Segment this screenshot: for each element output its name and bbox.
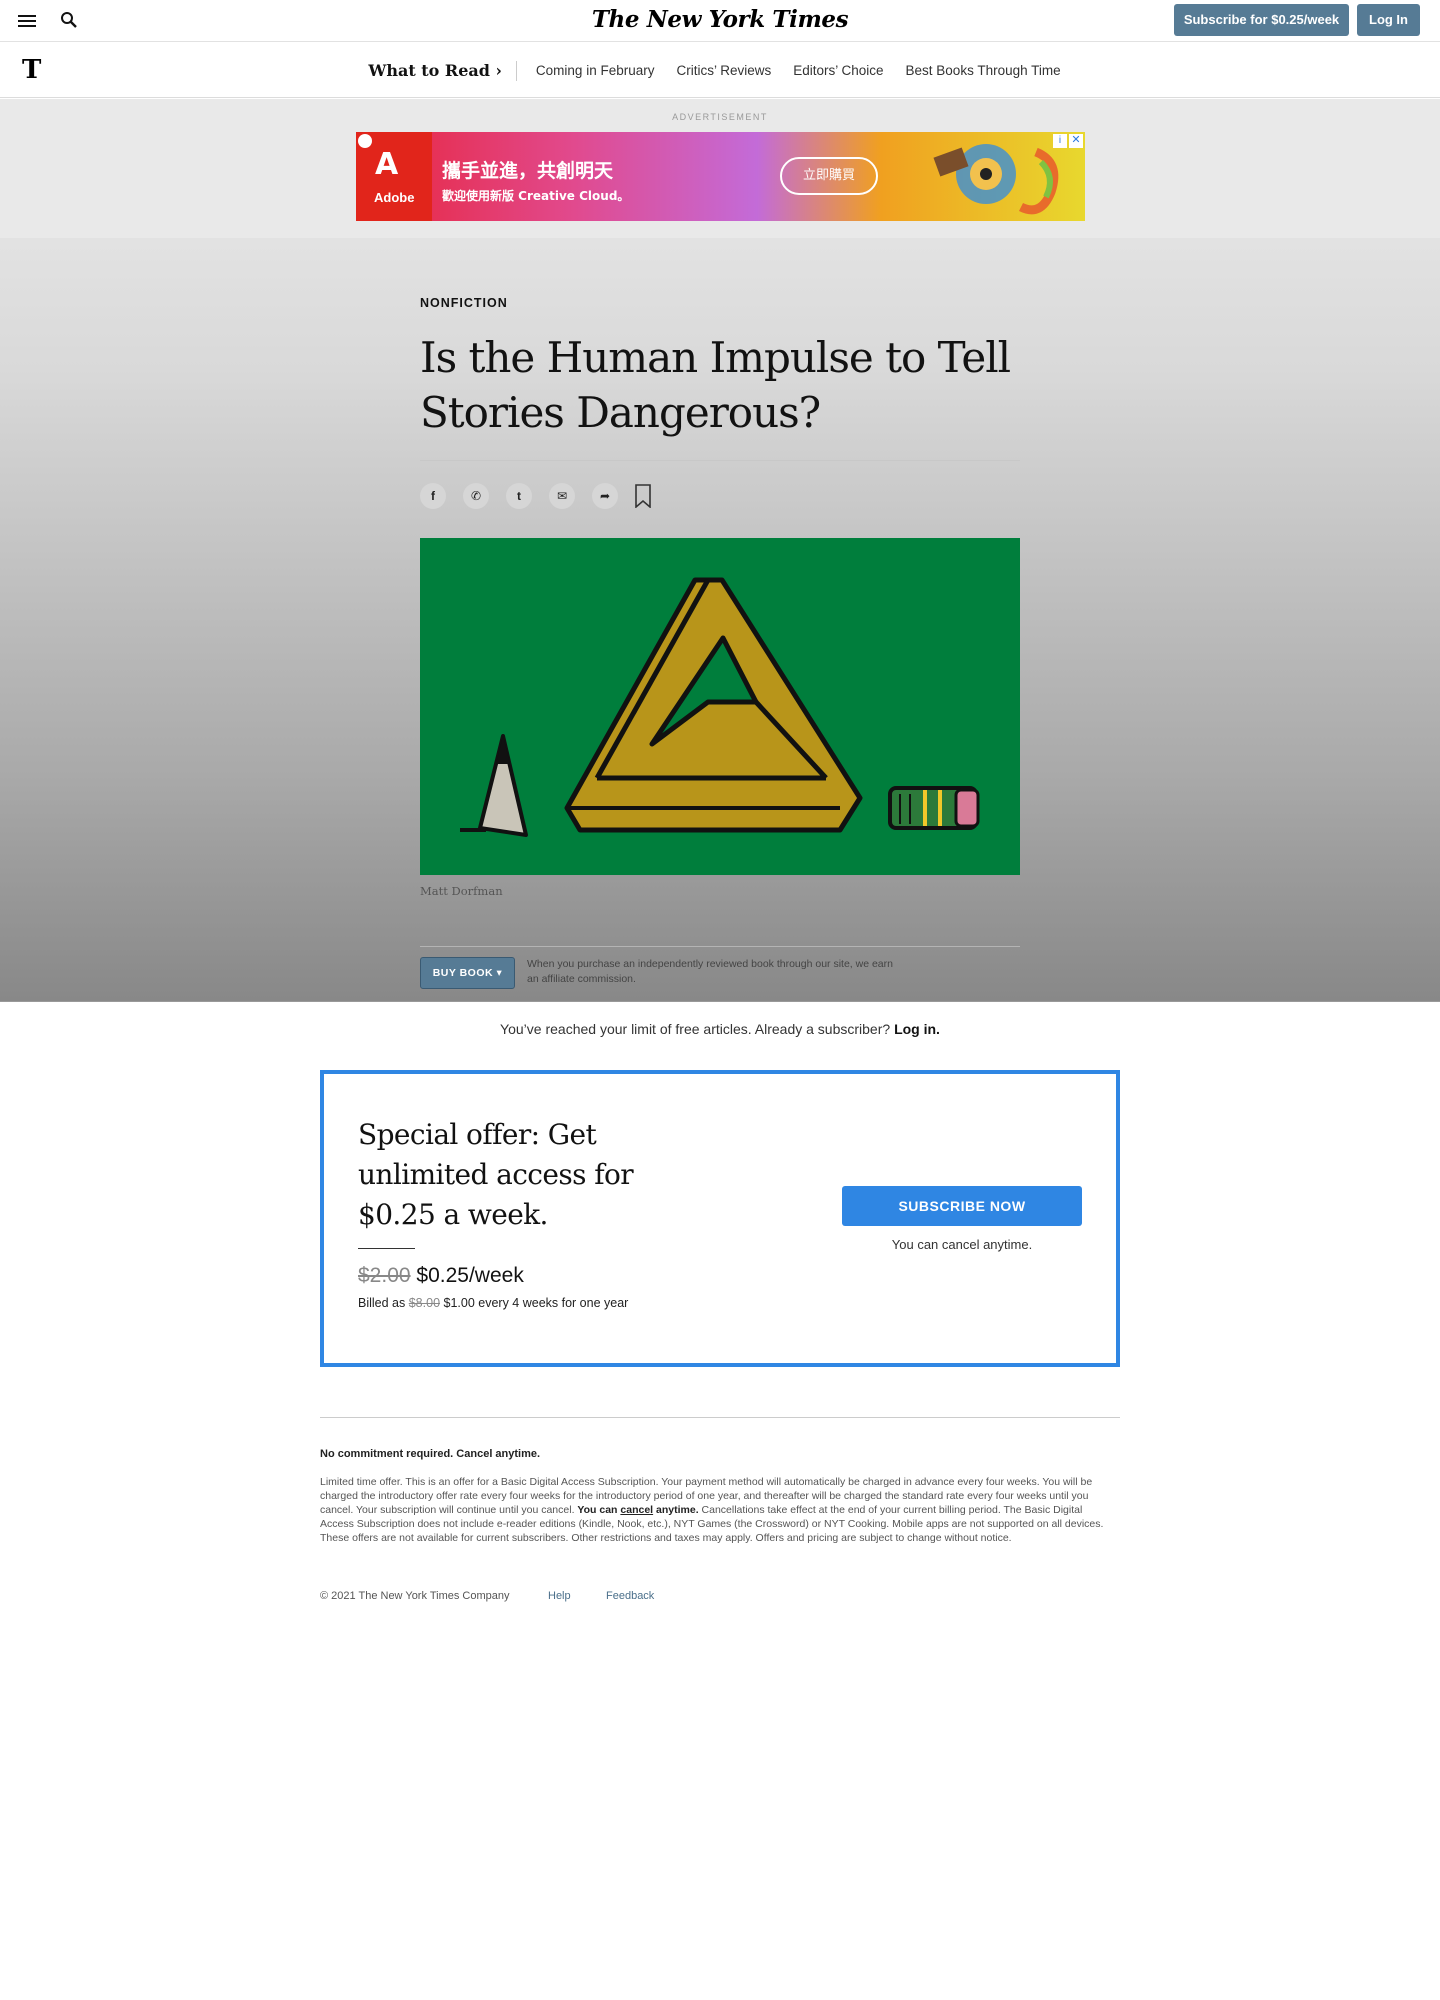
divider [420, 946, 1020, 947]
limit-text: You’ve reached your limit of free articl… [500, 1021, 895, 1037]
article-illustration [420, 538, 1020, 875]
image-credit: Matt Dorfman [420, 884, 503, 898]
copyright: © 2021 The New York Times Company [320, 1590, 510, 1602]
ad-headline: 攜手並進，共創明天 [442, 160, 614, 182]
nav-what-to-read[interactable]: What to Read › [368, 60, 517, 81]
ad-choices-icon[interactable] [358, 134, 372, 148]
divider [420, 460, 1020, 461]
subscribe-button[interactable]: Subscribe for $0.25/week [1174, 4, 1349, 36]
login-button[interactable]: Log In [1357, 4, 1420, 36]
divider [320, 1417, 1120, 1418]
nav-best-books[interactable]: Best Books Through Time [906, 63, 1061, 78]
ad-info-icon[interactable]: i [1053, 134, 1067, 148]
billed-prefix: Billed as [358, 1296, 409, 1310]
price-line: $2.00 $0.25/week [358, 1264, 524, 1288]
nav-coming-in-february[interactable]: Coming in February [536, 63, 655, 78]
offer-title: Special offer: Get unlimited access for … [358, 1118, 634, 1231]
free-article-limit-message: You’ve reached your limit of free articl… [0, 1021, 1440, 1037]
affiliate-note: When you purchase an independently revie… [527, 958, 893, 985]
subscribe-now-button[interactable]: SUBSCRIBE NOW [842, 1186, 1082, 1226]
bookmark-icon[interactable] [635, 484, 651, 508]
old-price: $2.00 [358, 1264, 411, 1287]
ad-banner[interactable]: A Adobe 攜手並進，共創明天 歡迎使用新版 Creative Cloud。… [356, 132, 1085, 221]
ad-label: ADVERTISEMENT [672, 112, 768, 122]
masthead: The New York Times Subscribe for $0.25/w… [0, 0, 1440, 42]
article-headline: Is the Human Impulse to Tell Stories Dan… [420, 333, 1011, 437]
new-price: $0.25/week [416, 1264, 524, 1287]
email-icon[interactable]: ✉ [549, 483, 575, 509]
nav-critics-reviews[interactable]: Critics’ Reviews [676, 63, 771, 78]
adobe-wordmark: Adobe [374, 190, 415, 205]
legal-bold-text: You can [577, 1504, 621, 1516]
offer-divider [358, 1248, 415, 1249]
share-toolbar: f ✆ t ✉ ➦ [420, 481, 651, 511]
no-commitment-note: No commitment required. Cancel anytime. [320, 1448, 541, 1460]
twitter-icon[interactable]: t [506, 483, 532, 509]
paywall-login-link[interactable]: Log in. [894, 1021, 940, 1037]
whatsapp-icon[interactable]: ✆ [463, 483, 489, 509]
cancel-anytime-note: You can cancel anytime. [891, 1237, 1033, 1252]
nav-editors-choice[interactable]: Editors’ Choice [793, 63, 883, 78]
ad-subline: 歡迎使用新版 Creative Cloud。 [442, 189, 630, 203]
legal-bold-text: anytime. [653, 1504, 699, 1516]
ad-close-icon[interactable]: ✕ [1069, 134, 1083, 148]
billed-old-price: $8.00 [408, 1296, 441, 1310]
adobe-mark-icon: A [375, 147, 399, 182]
buy-book-button[interactable]: BUY BOOK ▾ [420, 957, 515, 989]
section-nav: T What to Read › Coming in February Crit… [0, 43, 1440, 98]
help-link[interactable]: Help [548, 1590, 571, 1602]
section-nav-row: What to Read › Coming in February Critic… [0, 43, 1440, 98]
billed-new-price: $1.00 every 4 weeks for one year [443, 1296, 629, 1310]
share-icon[interactable]: ➦ [592, 483, 618, 509]
cancel-link[interactable]: cancel [620, 1504, 653, 1516]
facebook-icon[interactable]: f [420, 483, 446, 509]
ad-cta-button[interactable]: 立即購買 [780, 157, 878, 195]
article-kicker[interactable]: NONFICTION [420, 296, 508, 310]
legal-terms: Limited time offer. This is an offer for… [320, 1475, 1110, 1545]
feedback-link[interactable]: Feedback [606, 1590, 654, 1602]
billing-line: Billed as $8.00 $1.00 every 4 weeks for … [358, 1296, 628, 1310]
